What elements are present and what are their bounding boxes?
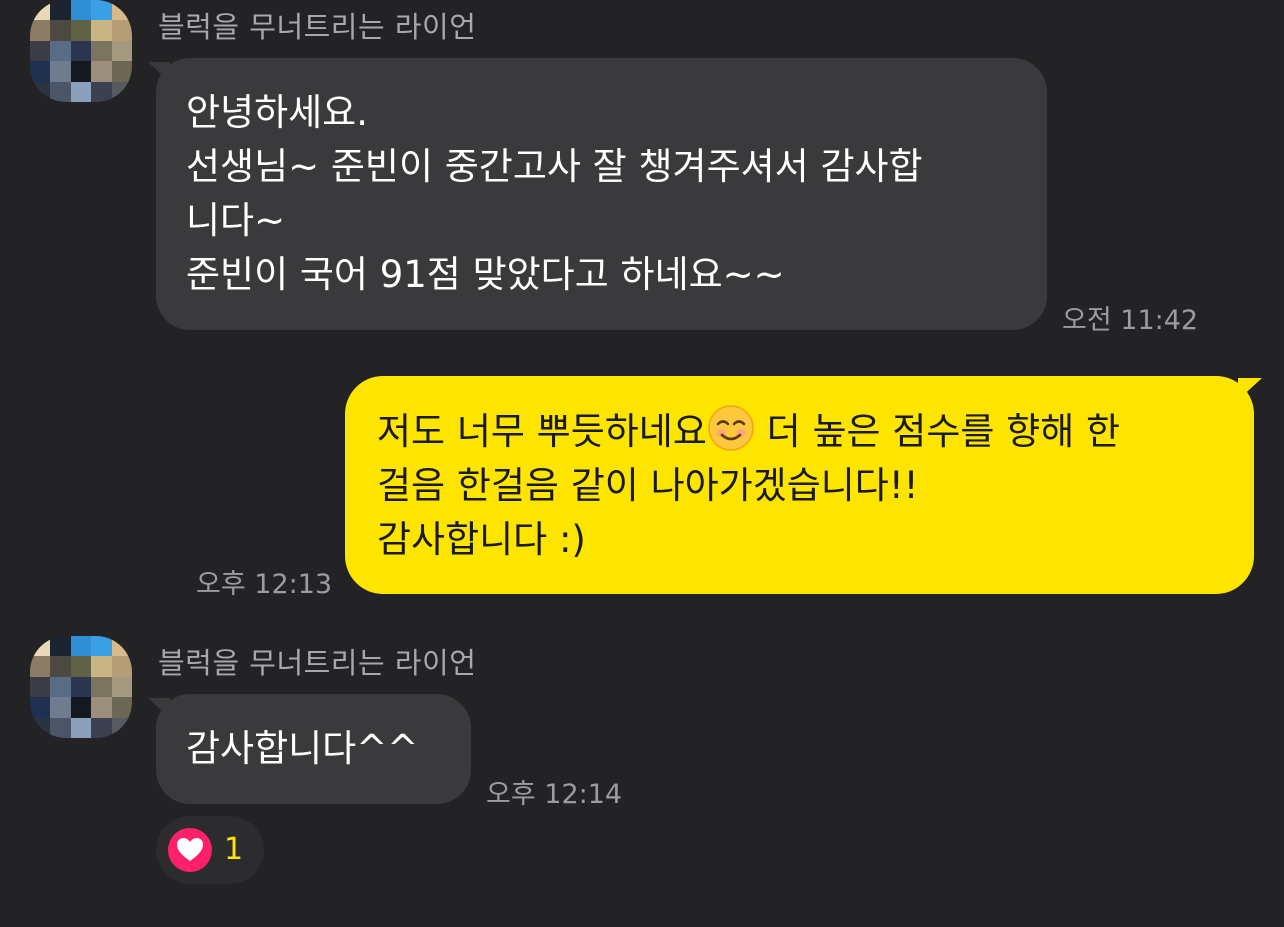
message-text: 더 높은 점수를 향해 한: [754, 410, 1121, 453]
message-line: 안녕하세요.: [186, 91, 368, 134]
avatar-pixel: [50, 676, 71, 698]
avatar-pixel: [30, 61, 51, 82]
avatar-pixel: [91, 697, 112, 718]
avatar-pixel: [50, 20, 71, 41]
avatar-pixel: [50, 697, 71, 718]
avatar-pixel: [30, 0, 51, 21]
avatar-pixel: [111, 697, 132, 718]
chat-room: 블럭을 무너트리는 라이언 안녕하세요. 선생님~ 준빈이 중간고사 잘 챙겨주…: [0, 0, 1284, 927]
smiling-face-emoji: [708, 405, 754, 451]
avatar-pixel: [50, 0, 71, 21]
avatar-pixel: [70, 40, 92, 62]
avatar-pixel: [111, 20, 132, 41]
avatar-pixel: [30, 636, 51, 657]
message-time: 오전 11:42: [1062, 305, 1199, 336]
avatar-pixel: [91, 656, 112, 677]
avatar-pixel: [70, 20, 92, 41]
avatar-pixel: [91, 0, 112, 21]
avatar-pixel: [30, 656, 51, 677]
sender-name: 블럭을 무너트리는 라이언: [158, 10, 477, 44]
avatar-pixel: [30, 40, 51, 62]
message-line: 니다~: [186, 199, 286, 242]
avatar-pixel: [91, 40, 112, 62]
message-line: 걸음 한걸음 같이 나아가겠습니다!!: [377, 464, 919, 507]
avatar-pixel: [50, 40, 71, 62]
avatar-pixel: [30, 697, 51, 718]
avatar-pixel: [111, 61, 132, 82]
reaction-badge[interactable]: 1: [156, 816, 264, 884]
avatar-pixel: [50, 81, 71, 102]
message-bubble[interactable]: 저도 너무 뿌듯하네요 더 높은 점수를 향해 한 걸음 한걸음 같이 나아가겠…: [345, 376, 1254, 594]
avatar-pixel: [91, 636, 112, 657]
avatar-pixel: [70, 676, 92, 698]
avatar-pixel: [111, 0, 132, 21]
avatar-pixel: [50, 717, 71, 738]
avatar-pixel: [70, 0, 92, 21]
avatar-pixel: [91, 61, 112, 82]
avatar-pixel: [111, 676, 132, 698]
message-time: 오후 12:13: [196, 569, 333, 600]
avatar-pixel: [70, 697, 92, 718]
avatar-pixel: [111, 656, 132, 677]
reaction-heart: [168, 828, 212, 872]
message-line: 감사합니다 :): [377, 518, 586, 561]
avatar-pixel: [91, 20, 112, 41]
message-line: 준빈이 국어 91점 맞았다고 하네요~~: [186, 253, 785, 296]
avatar-pixel: [111, 636, 132, 657]
avatar-pixel: [50, 656, 71, 677]
avatar-pixel: [91, 81, 112, 102]
message-bubble[interactable]: 감사합니다^^: [156, 694, 471, 804]
message-line: 감사합니다^^: [186, 727, 419, 770]
avatar-pixel: [70, 61, 92, 82]
message-line: 저도 너무 뿌듯하네요 더 높은 점수를 향해 한: [377, 404, 1222, 459]
message-bubble[interactable]: 안녕하세요. 선생님~ 준빈이 중간고사 잘 챙겨주셔서 감사합 니다~ 준빈이…: [156, 58, 1047, 330]
sender-name: 블럭을 무너트리는 라이언: [158, 646, 477, 680]
avatar-pixel: [30, 20, 51, 41]
sender-avatar[interactable]: [30, 0, 132, 102]
avatar-pixel: [91, 717, 112, 738]
message-text: 저도 너무 뿌듯하네요: [377, 410, 707, 453]
reaction-count: 1: [224, 832, 244, 867]
avatar-pixel: [111, 81, 132, 102]
avatar-pixel: [70, 81, 92, 102]
avatar-pixel: [70, 717, 92, 738]
bubble-tail: [1238, 378, 1262, 400]
avatar-pixel: [70, 656, 92, 677]
avatar-pixel: [91, 676, 112, 698]
message-time: 오후 12:14: [486, 779, 623, 810]
heart-icon: [177, 838, 203, 861]
avatar-pixel: [70, 636, 92, 657]
message-line: 선생님~ 준빈이 중간고사 잘 챙겨주셔서 감사합: [186, 145, 923, 188]
sender-avatar[interactable]: [30, 636, 132, 738]
avatar-pixel: [111, 717, 132, 738]
avatar-pixel: [111, 40, 132, 62]
avatar-pixel: [30, 81, 51, 102]
avatar-pixel: [30, 676, 51, 698]
avatar-pixel: [30, 717, 51, 738]
avatar-pixel: [50, 636, 71, 657]
avatar-pixel: [50, 61, 71, 82]
